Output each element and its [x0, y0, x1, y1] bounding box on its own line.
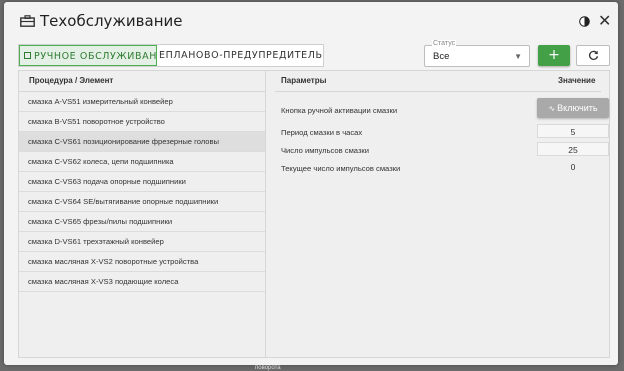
list-item[interactable]: смазка В-VS51 поворотное устройство — [19, 112, 265, 132]
param-label: Число импульсов смазки — [281, 146, 369, 155]
title-bar: Техобслуживание ✕ — [4, 2, 618, 38]
tab-planned[interactable]: еПЛАНОВО-ПРЕДУПРЕДИТЕЛЬНОЕ — [157, 45, 323, 66]
procedure-list: Процедура / Элемент смазка А-VS51 измери… — [19, 71, 266, 357]
list-item[interactable]: смазка А-VS51 измерительный конвейер — [19, 92, 265, 112]
square-icon — [24, 52, 31, 59]
status-select[interactable]: Статус Все ▼ — [424, 40, 530, 67]
parameters-header-label: Параметры — [281, 76, 327, 85]
wave-icon: ∿ — [548, 104, 556, 113]
list-item[interactable]: смазка С-VS63 подача опорные подшипники — [19, 172, 265, 192]
table-row: Число импульсов смазки 25 — [275, 141, 609, 159]
close-icon[interactable]: ✕ — [598, 11, 611, 30]
chevron-down-icon: ▼ — [514, 52, 522, 61]
toolbox-icon — [20, 15, 35, 27]
content-panel: Процедура / Элемент смазка А-VS51 измери… — [18, 70, 610, 358]
background-text-fragment: поворота — [255, 365, 281, 371]
activate-button-label: Включить — [557, 103, 598, 113]
list-item[interactable]: смазка масляная X-VS2 поворотные устройс… — [19, 252, 265, 272]
value-header-label: Значение — [558, 76, 596, 85]
refresh-icon — [588, 50, 599, 60]
parameters-header: Параметры Значение — [275, 71, 601, 92]
param-label: Период смазки в часах — [281, 128, 363, 137]
param-label: Текущее число импульсов смазки — [281, 164, 401, 173]
activate-lubrication-button[interactable]: ∿ Включить — [537, 98, 609, 118]
param-value[interactable]: 5 — [537, 124, 609, 138]
table-row: Текущее число импульсов смазки 0 — [275, 159, 601, 177]
parameters-table: Параметры Значение Кнопка ручной активац… — [275, 71, 609, 357]
refresh-button[interactable] — [576, 45, 610, 66]
status-value: Все — [433, 51, 450, 62]
list-item[interactable]: смазка масляная X-VS3 подающие колеса — [19, 272, 265, 292]
param-value: 0 — [570, 162, 576, 172]
add-button[interactable]: + — [538, 45, 570, 66]
param-label: Кнопка ручной активации смазки — [281, 106, 398, 115]
tab-manual[interactable]: Ручное обслуживание — [19, 45, 157, 66]
list-item[interactable]: смазка D-VS61 трехэтажный конвейер — [19, 232, 265, 252]
dialog-title: Техобслуживание — [40, 12, 183, 30]
half-circle-icon[interactable] — [579, 16, 590, 27]
list-item[interactable]: смазка С-VS61 позиционирование фрезерные… — [19, 132, 265, 152]
tab-planned-label: еПЛАНОВО-ПРЕДУПРЕДИТЕЛЬНОЕ — [159, 50, 323, 61]
maintenance-dialog: Техобслуживание ✕ Ручное обслуживание еП… — [4, 2, 618, 365]
table-row: Период смазки в часах 5 — [275, 123, 609, 141]
mode-tabs: Ручное обслуживание еПЛАНОВО-ПРЕДУПРЕДИТ… — [18, 44, 324, 67]
procedure-header: Процедура / Элемент — [19, 71, 265, 92]
list-item[interactable]: смазка С-VS65 фрезы/пилы подшипники — [19, 212, 265, 232]
list-item[interactable]: смазка С-VS64 SE/вытягивание опорные под… — [19, 192, 265, 212]
param-value[interactable]: 25 — [537, 142, 609, 156]
status-legend: Статус — [432, 40, 457, 47]
tab-manual-label: Ручное обслуживание — [34, 51, 157, 62]
table-row: Кнопка ручной активации смазки ∿ Включить — [275, 98, 609, 119]
list-item[interactable]: смазка С-VS62 колеса, цепи подшипника — [19, 152, 265, 172]
